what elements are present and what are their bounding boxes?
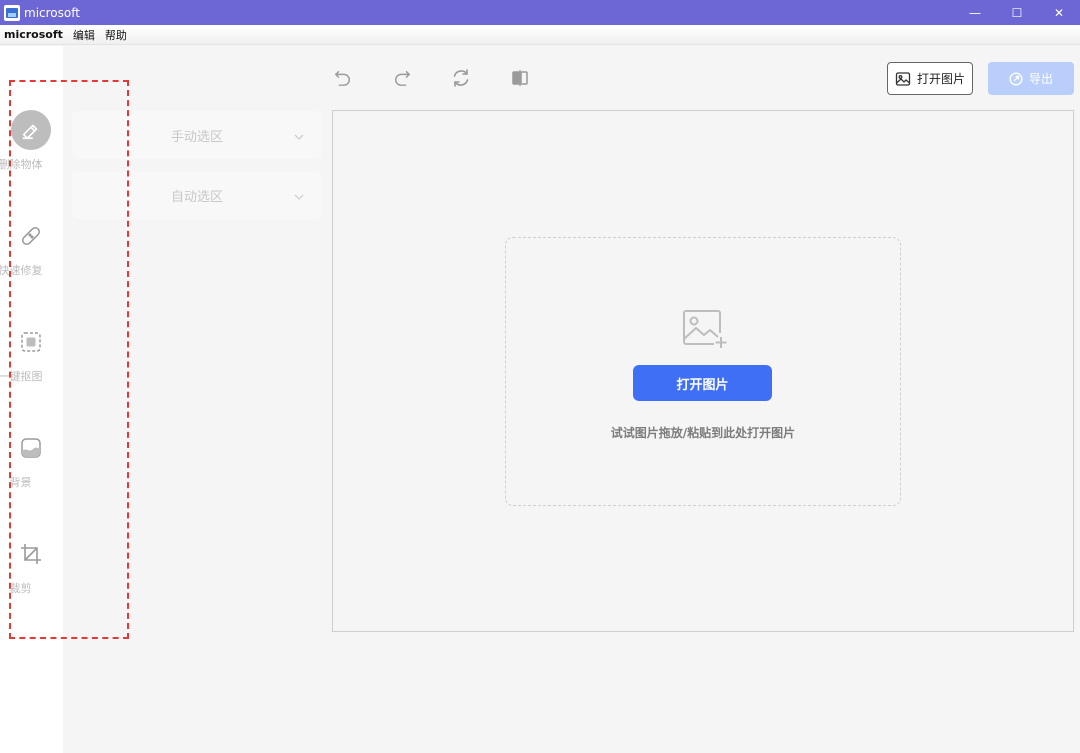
export-label: 导出 [1028,72,1053,86]
cutout-icon [11,322,51,362]
open-image-button[interactable]: 打开图片 [887,62,973,95]
eraser-icon [10,110,51,150]
window-title: microsoft [24,5,80,20]
redo-icon[interactable] [392,68,412,88]
tool-crop[interactable]: 裁剪 [0,534,63,596]
menu-help[interactable]: 帮助 [101,27,133,43]
undo-icon[interactable] [333,68,353,88]
image-add-icon [682,309,728,353]
chevron-down-icon [294,187,304,206]
auto-selection-label: 自动选区 [170,189,223,205]
compare-icon[interactable] [510,68,530,88]
manual-selection-label: 手动选区 [170,129,223,145]
dropzone-hint: 试试图片拖放/粘贴到此处打开图片 [610,426,796,440]
tool-quick-fix[interactable]: 快速修复 [0,216,63,278]
tool-background[interactable]: 背景 [0,428,63,490]
crop-icon [11,534,51,574]
tool-label: 删除物体 [0,158,43,171]
minimize-button[interactable]: — [954,0,996,25]
refresh-icon[interactable] [451,68,471,88]
open-image-primary-button[interactable]: 打开图片 [633,365,772,401]
tool-one-click-cutout[interactable]: 一键抠图 [0,322,63,384]
menu-edit[interactable]: 编辑 [69,27,101,43]
tool-label: 背景 [9,476,32,489]
export-icon [1009,71,1023,86]
maximize-button[interactable]: ☐ [996,0,1038,25]
tool-remove-object[interactable]: 删除物体 [0,110,63,172]
bandage-icon [11,216,51,256]
menu-bar: microsoft 编辑 帮助 [0,25,1080,45]
tool-label: 一键抠图 [0,370,43,383]
tool-sidebar: 删除物体 快速修复 一键抠图 背景 裁剪 [0,46,63,753]
app-icon [4,4,20,21]
image-icon [895,71,911,86]
chevron-down-icon [294,127,304,146]
manual-selection-panel[interactable]: 手动选区 [72,111,322,159]
tool-label: 快速修复 [0,264,43,277]
tool-label: 裁剪 [9,582,32,595]
title-bar: microsoft — ☐ ✕ [0,0,1080,25]
auto-selection-panel[interactable]: 自动选区 [72,171,322,219]
background-icon [11,428,51,468]
open-image-label: 打开图片 [916,72,965,86]
menu-app[interactable]: microsoft [0,28,69,41]
window-controls: — ☐ ✕ [954,0,1080,25]
export-button[interactable]: 导出 [988,62,1074,95]
close-button[interactable]: ✕ [1038,0,1080,25]
